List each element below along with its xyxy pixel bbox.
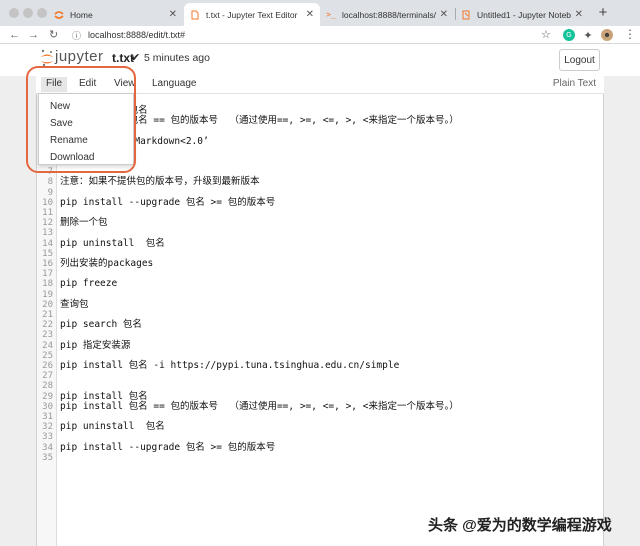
file-menu-dropdown: New Save Rename Download <box>38 93 134 165</box>
url-text: localhost:8888/edit/t.txt# <box>88 30 186 40</box>
code-line[interactable]: pip install 包名 == 包的版本号 （通过使用==, >=, <=,… <box>60 401 459 412</box>
tab-label: Home <box>70 9 93 20</box>
tab-label: t.txt - Jupyter Text Editor <box>206 9 298 20</box>
line-number: 15 <box>42 248 53 259</box>
line-number: 18 <box>42 279 53 290</box>
line-number: 19 <box>42 289 53 300</box>
line-number: 22 <box>42 320 53 331</box>
window-close-button[interactable] <box>9 8 19 18</box>
reload-icon[interactable]: ↻ <box>49 28 58 42</box>
tab-label: localhost:8888/terminals/1 <box>342 9 436 20</box>
code-line[interactable]: pip search 包名 <box>60 319 142 330</box>
code-line[interactable]: 删除一个包 <box>60 217 108 228</box>
menu-language[interactable]: Language <box>147 77 202 92</box>
line-number: 30 <box>42 401 53 412</box>
line-number: 35 <box>42 452 53 463</box>
code-line[interactable]: pip install --upgrade 包名 >= 包的版本号 <box>60 442 275 453</box>
menu-item-save[interactable]: Save <box>39 115 133 132</box>
line-number: 32 <box>42 422 53 433</box>
line-number: 17 <box>42 269 53 280</box>
editor-menubar: File Edit View Language Plain Text <box>36 76 604 94</box>
line-number: 20 <box>42 299 53 310</box>
line-number: 24 <box>42 340 53 351</box>
tab-label: Untitled1 - Jupyter Notebook <box>477 9 571 20</box>
code-line[interactable]: pip freeze <box>60 279 117 289</box>
line-number: 12 <box>42 218 53 229</box>
code-line[interactable]: 查询包 <box>60 299 89 310</box>
code-line[interactable]: 列出安装的packages <box>60 258 153 269</box>
logout-button[interactable]: Logout <box>559 49 600 71</box>
jupyter-header: jupyter t.txt ✔ 5 minutes ago Logout <box>0 44 640 76</box>
line-number: 31 <box>42 412 53 422</box>
info-icon[interactable]: ⓘ <box>72 30 82 41</box>
close-icon[interactable]: ✕ <box>575 9 583 20</box>
menu-edit[interactable]: Edit <box>74 77 101 92</box>
close-icon[interactable]: ✕ <box>169 9 177 20</box>
line-number: 9 <box>47 187 53 198</box>
notebook-favicon-icon <box>461 10 471 20</box>
line-number: 13 <box>42 228 53 239</box>
line-number: 14 <box>42 238 53 249</box>
code-line[interactable]: 注意：如果不提供包的版本号，升级到最新版本 <box>60 177 260 187</box>
browser-tab-editor[interactable]: t.txt - Jupyter Text Editor ✕ <box>184 3 320 26</box>
code-line[interactable]: pip 指定安装源 <box>60 340 130 351</box>
back-arrow-icon[interactable]: ← <box>9 28 20 42</box>
menu-item-new[interactable]: New <box>39 98 133 115</box>
save-status: 5 minutes ago <box>144 52 210 64</box>
browser-tab-home[interactable]: Home ✕ <box>48 3 183 26</box>
line-number: 29 <box>42 391 53 402</box>
line-number: 23 <box>42 330 53 341</box>
line-number: 28 <box>42 381 53 392</box>
bookmark-star-icon[interactable]: ☆ <box>541 28 551 41</box>
line-number: 25 <box>42 350 53 361</box>
address-bar[interactable]: ⓘ localhost:8888/edit/t.txt# <box>72 27 560 43</box>
line-number: 26 <box>42 361 53 371</box>
line-number: 11 <box>42 208 53 218</box>
line-number: 8 <box>47 177 53 188</box>
line-number: 10 <box>42 197 53 208</box>
watermark-text: 头条 @爱为的数学编程游戏 <box>428 517 612 534</box>
menu-item-download[interactable]: Download <box>39 149 133 166</box>
window-minimize-button[interactable] <box>23 8 33 18</box>
logo-text: jupyter <box>55 48 104 65</box>
line-number: 33 <box>42 432 53 443</box>
browser-tab-notebook[interactable]: Untitled1 - Jupyter Notebook ✕ <box>455 3 589 26</box>
code-line[interactable]: pip install 包名 -i https://pypi.tuna.tsin… <box>60 360 399 371</box>
browser-menu-icon[interactable]: ⋮ <box>624 27 636 41</box>
browser-tab-terminal[interactable]: >_ localhost:8888/terminals/1 ✕ <box>320 3 454 26</box>
jupyter-logo[interactable]: jupyter <box>40 48 104 66</box>
grammarly-extension-icon[interactable]: G <box>563 29 575 41</box>
profile-avatar-icon[interactable]: ☻ <box>601 29 613 41</box>
line-number: 7 <box>47 167 53 178</box>
menu-item-rename[interactable]: Rename <box>39 132 133 149</box>
line-number: 16 <box>42 259 53 269</box>
close-icon[interactable]: ✕ <box>306 9 314 20</box>
code-line[interactable]: pip uninstall 包名 <box>60 421 165 432</box>
code-line[interactable]: pip install --upgrade 包名 >= 包的版本号 <box>60 197 275 208</box>
jupyter-favicon-icon <box>54 10 64 20</box>
window-zoom-button[interactable] <box>37 8 47 18</box>
browser-toolbar: ← → ↻ ⓘ localhost:8888/edit/t.txt# ☆ G ✦… <box>0 26 640 44</box>
puzzle-extension-icon[interactable]: ✦ <box>582 29 594 42</box>
jupyter-logo-icon <box>40 49 54 66</box>
code-line[interactable]: pip uninstall 包名 <box>60 238 165 249</box>
editor-mode-indicator: Plain Text <box>552 78 596 89</box>
new-tab-icon[interactable]: + <box>596 4 610 22</box>
line-number: 21 <box>42 310 53 320</box>
line-number: 34 <box>42 442 53 453</box>
browser-tab-strip: Home ✕ t.txt - Jupyter Text Editor ✕ >_ … <box>0 0 640 26</box>
checkmark-icon: ✔ <box>131 52 141 64</box>
file-favicon-icon <box>190 10 200 20</box>
line-number: 27 <box>42 371 53 382</box>
close-icon[interactable]: ✕ <box>440 9 448 20</box>
menu-file[interactable]: File <box>41 77 68 92</box>
menu-view[interactable]: View <box>109 77 141 92</box>
terminal-favicon-icon: >_ <box>326 10 336 19</box>
forward-arrow-icon[interactable]: → <box>28 28 39 42</box>
